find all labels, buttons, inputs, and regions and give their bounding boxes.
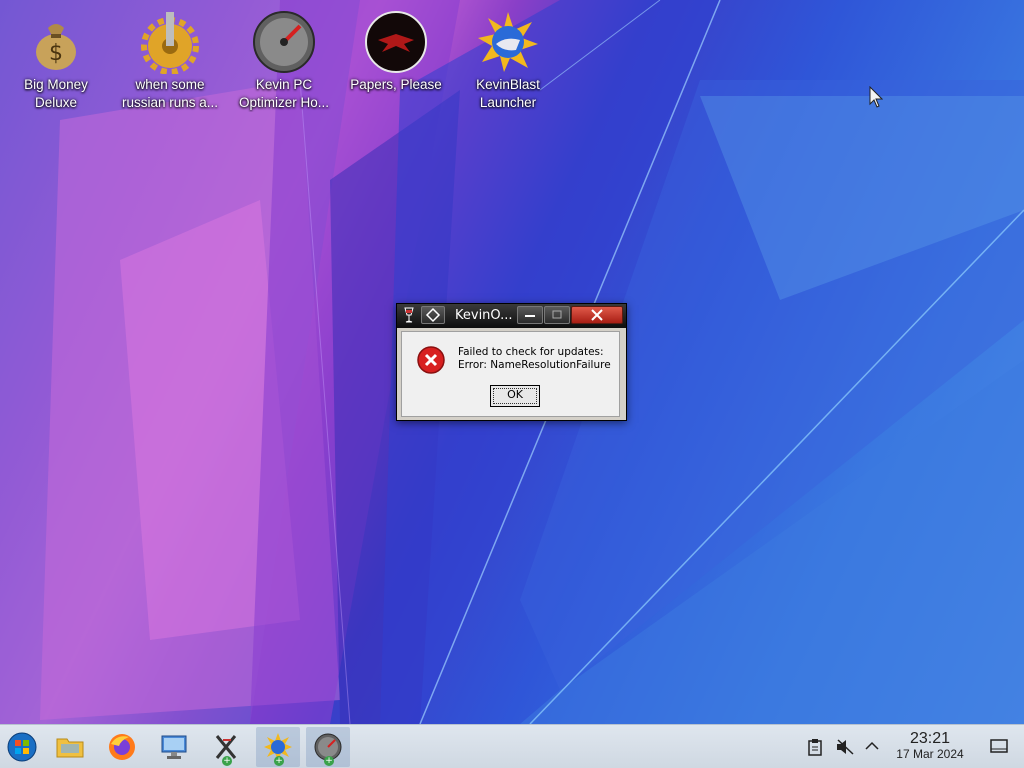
close-button[interactable] bbox=[571, 306, 623, 324]
clock-time: 23:21 bbox=[909, 730, 951, 747]
error-dialog[interactable]: KevinO... Failed to check for updates: E… bbox=[396, 303, 627, 421]
minimize-icon bbox=[525, 315, 535, 317]
show-desktop-icon[interactable] bbox=[990, 738, 1008, 758]
minimize-button[interactable] bbox=[517, 306, 543, 324]
plus-badge-icon: + bbox=[274, 756, 284, 766]
start-button[interactable] bbox=[0, 727, 44, 767]
desktop-icon-label: Kevin PC Optimizer Ho... bbox=[238, 77, 330, 110]
volume-muted-icon[interactable] bbox=[835, 738, 855, 760]
eagle-emblem-icon bbox=[364, 10, 428, 74]
dialog-message: Failed to check for updates: Error: Name… bbox=[458, 346, 611, 372]
desktop-icon-papers-please[interactable]: Papers, Please bbox=[340, 6, 452, 116]
desktop-icon-kevinblast-launcher[interactable]: KevinBlast Launcher bbox=[452, 6, 564, 116]
desktop-icon-kevin-pc-optimizer[interactable]: Kevin PC Optimizer Ho... bbox=[228, 6, 340, 116]
message-line-1: Failed to check for updates: bbox=[458, 346, 604, 358]
taskbar-file-manager[interactable] bbox=[48, 727, 92, 767]
app-icon[interactable] bbox=[403, 307, 415, 327]
taskbar-x-app[interactable]: + bbox=[204, 727, 248, 767]
taskbar-control-panel[interactable] bbox=[152, 727, 196, 767]
clock-date: 17 Mar 2024 bbox=[896, 747, 964, 761]
message-line-2: Error: NameResolutionFailure bbox=[458, 359, 611, 371]
desktop-icon-russian[interactable]: when some russian runs a... bbox=[114, 6, 226, 116]
svg-text:$: $ bbox=[49, 41, 63, 66]
dialog-title: KevinO... bbox=[455, 308, 513, 323]
money-bag-icon: $ bbox=[24, 10, 88, 74]
taskbar-kevinblast[interactable]: + bbox=[256, 727, 300, 767]
mouse-cursor-icon bbox=[869, 85, 884, 112]
desktop-icon-label: Big Money Deluxe bbox=[24, 77, 88, 110]
dialog-titlebar[interactable]: KevinO... bbox=[397, 304, 626, 328]
diamond-icon bbox=[425, 307, 441, 323]
taskbar-firefox[interactable] bbox=[100, 727, 144, 767]
ok-button[interactable]: OK bbox=[490, 385, 540, 407]
maximize-button[interactable] bbox=[544, 306, 570, 324]
taskbar: + + + 23:21 17 Mar 2024 bbox=[0, 724, 1024, 768]
windows-orb-icon bbox=[7, 732, 37, 762]
desktop-icon-label: KevinBlast Launcher bbox=[476, 77, 540, 110]
clipboard-icon[interactable] bbox=[807, 738, 823, 760]
desktop-icon-label: when some russian runs a... bbox=[121, 77, 219, 110]
desktop[interactable]: $ Big Money Deluxe when some russian run… bbox=[0, 0, 1024, 724]
dialog-body: Failed to check for updates: Error: Name… bbox=[401, 331, 620, 417]
plus-badge-icon: + bbox=[222, 756, 232, 766]
desktop-icon-big-money-deluxe[interactable]: $ Big Money Deluxe bbox=[0, 6, 112, 116]
folder-icon bbox=[56, 738, 84, 758]
desktop-icon-label: Papers, Please bbox=[350, 77, 442, 92]
maximize-icon bbox=[552, 310, 562, 319]
close-icon bbox=[591, 309, 603, 321]
clock[interactable]: 23:21 17 Mar 2024 bbox=[884, 730, 976, 762]
gear-icon bbox=[138, 10, 202, 75]
gauge-icon bbox=[252, 10, 316, 74]
computer-settings-icon bbox=[161, 735, 187, 759]
window-menu-button[interactable] bbox=[421, 306, 445, 324]
firefox-icon bbox=[109, 734, 135, 760]
taskbar-kevin-pc-optimizer[interactable]: + bbox=[306, 727, 350, 767]
sun-globe-icon bbox=[476, 10, 540, 74]
chevron-up-icon[interactable] bbox=[865, 740, 879, 755]
error-icon bbox=[416, 345, 446, 379]
plus-badge-icon: + bbox=[324, 756, 334, 766]
